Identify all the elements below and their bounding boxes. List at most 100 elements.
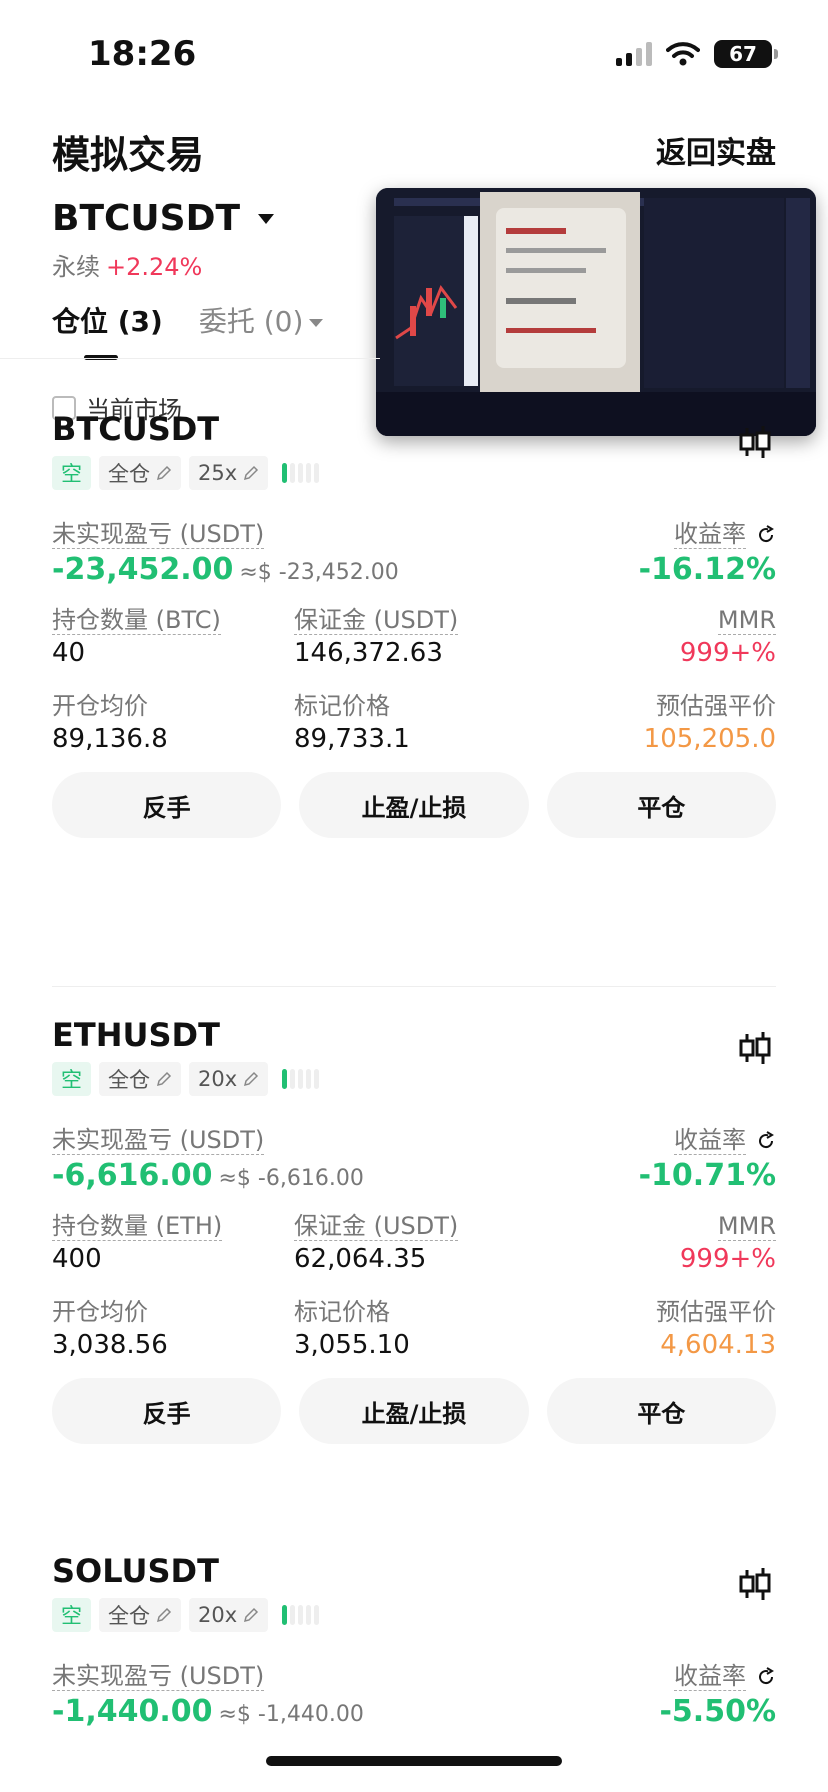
position-symbol[interactable]: SOLUSDT — [52, 1552, 219, 1590]
close-position-button[interactable]: 平仓 — [546, 1378, 776, 1444]
unrealized-pnl-label: 未实现盈亏 (USDT) — [52, 520, 265, 549]
position-card: BTCUSDT 空 全仓 25x 未实现盈亏 (USDT) -23,452.00… — [52, 410, 776, 838]
unrealized-pnl-value: -6,616.00 ≈$ -6,616.00 — [52, 1158, 364, 1193]
edit-icon — [156, 1607, 172, 1623]
position-card: SOLUSDT 空 全仓 20x 未实现盈亏 (USDT) -1,440.00 ≈… — [52, 1552, 776, 1752]
margin-label: 保证金 (USDT) — [294, 1212, 459, 1241]
chart-icon[interactable] — [738, 424, 772, 460]
liq-price-label: 预估强平价 — [656, 692, 776, 720]
page-title: 模拟交易 — [52, 133, 205, 177]
leverage-label: 25x — [198, 461, 238, 485]
market-symbol[interactable]: BTCUSDT — [52, 198, 240, 239]
edit-icon — [156, 1071, 172, 1087]
entry-price: 开仓均价 89,136.8 — [52, 692, 168, 754]
pnl-amount: -23,452.00 — [52, 552, 234, 587]
pnl-usd-approx: ≈$ -6,616.00 — [218, 1166, 364, 1191]
roe-value: -10.71% — [638, 1158, 776, 1193]
close-position-button[interactable]: 平仓 — [546, 772, 776, 838]
position-tags: 空 全仓 20x — [52, 1062, 320, 1096]
tpsl-button[interactable]: 止盈/止损 — [299, 772, 529, 838]
side-badge: 空 — [52, 456, 91, 490]
mark-price: 标记价格 3,055.10 — [294, 1298, 410, 1360]
unrealized-pnl-label: 未实现盈亏 (USDT) — [52, 1126, 265, 1155]
tab-orders[interactable]: 委托 (0) — [199, 300, 324, 354]
edit-icon — [244, 465, 259, 481]
chevron-down-icon — [309, 319, 324, 327]
tab-orders-label: 委托 (0) — [198, 305, 304, 338]
reverse-button[interactable]: 反手 — [52, 772, 282, 838]
liq-price-label: 预估强平价 — [656, 1298, 776, 1326]
edit-icon — [156, 465, 172, 481]
floating-video-player[interactable] — [376, 188, 816, 436]
market-subtitle: 永续 +2.24% — [52, 247, 274, 282]
mmr-value: 999+% — [679, 1244, 776, 1274]
cellular-signal-icon — [616, 42, 652, 66]
refresh-icon[interactable] — [756, 1130, 776, 1151]
leverage-button[interactable]: 20x — [189, 1598, 269, 1632]
margin-mode-button[interactable]: 全仓 — [99, 1598, 181, 1632]
edit-icon — [244, 1607, 259, 1623]
margin-mode-label: 全仓 — [108, 462, 150, 486]
entry-price-label: 开仓均价 — [52, 692, 148, 720]
mark-price-value: 3,055.10 — [294, 1330, 410, 1360]
tab-positions[interactable]: 仓位 (3) — [52, 300, 163, 360]
entry-price: 开仓均价 3,038.56 — [52, 1298, 168, 1360]
leverage-button[interactable]: 20x — [189, 1062, 269, 1096]
liq-price-value: 105,205.0 — [643, 724, 776, 754]
roe-label[interactable]: 收益率 — [674, 520, 776, 549]
home-indicator[interactable] — [266, 1756, 562, 1766]
pnl-amount: -6,616.00 — [52, 1158, 213, 1193]
unrealized-pnl-value: -1,440.00 ≈$ -1,440.00 — [52, 1694, 364, 1729]
position-tags: 空 全仓 25x — [52, 456, 320, 490]
risk-meter — [282, 463, 320, 483]
unrealized-pnl-label: 未实现盈亏 (USDT) — [52, 1662, 265, 1691]
entry-price-label: 开仓均价 — [52, 1298, 148, 1326]
liq-price: 预估强平价 4,604.13 — [656, 1298, 776, 1360]
position-size-label: 持仓数量 (BTC) — [52, 606, 221, 635]
margin-value: 146,372.63 — [294, 638, 443, 668]
roe-label[interactable]: 收益率 — [674, 1662, 776, 1691]
mark-price-label: 标记价格 — [294, 692, 390, 720]
mmr-value: 999+% — [679, 638, 776, 668]
reverse-button[interactable]: 反手 — [52, 1378, 282, 1444]
mark-price-value: 89,733.1 — [294, 724, 410, 754]
margin-value: 62,064.35 — [294, 1244, 427, 1274]
leverage-button[interactable]: 25x — [189, 456, 269, 490]
chart-icon[interactable] — [738, 1030, 772, 1066]
wifi-icon — [666, 42, 700, 66]
roe-label[interactable]: 收益率 — [674, 1126, 776, 1155]
chevron-down-icon[interactable] — [258, 213, 275, 224]
mmr: MMR 999+% — [680, 606, 776, 668]
mark-price-label: 标记价格 — [294, 1298, 390, 1326]
status-time: 18:26 — [88, 34, 197, 74]
tpsl-button[interactable]: 止盈/止损 — [299, 1378, 529, 1444]
battery-icon: 67 — [714, 40, 778, 68]
market-selector[interactable]: BTCUSDT 永续 +2.24% — [52, 198, 275, 282]
divider — [0, 358, 380, 359]
position-tags: 空 全仓 20x — [52, 1598, 320, 1632]
position-symbol[interactable]: ETHUSDT — [52, 1016, 220, 1054]
mmr-label: MMR — [717, 606, 776, 635]
position-symbol[interactable]: BTCUSDT — [52, 410, 219, 448]
unrealized-pnl-value: -23,452.00 ≈$ -23,452.00 — [52, 552, 399, 587]
refresh-icon[interactable] — [756, 1666, 776, 1687]
margin-mode-button[interactable]: 全仓 — [99, 1062, 181, 1096]
margin-mode-label: 全仓 — [108, 1068, 150, 1092]
back-to-live-button[interactable]: 返回实盘 — [656, 128, 776, 172]
roe-label-text: 收益率 — [674, 1126, 746, 1155]
pnl-usd-approx: ≈$ -23,452.00 — [239, 560, 399, 585]
liq-price: 预估强平价 105,205.0 — [644, 692, 776, 754]
margin-mode-button[interactable]: 全仓 — [99, 456, 181, 490]
roe-label-text: 收益率 — [674, 520, 746, 549]
position-actions: 反手 止盈/止损 平仓 — [52, 772, 776, 838]
side-badge: 空 — [52, 1598, 91, 1632]
chart-icon[interactable] — [738, 1566, 772, 1602]
margin-mode-label: 全仓 — [108, 1604, 150, 1628]
position-size: 持仓数量 (BTC) 40 — [52, 606, 221, 668]
status-bar: 18:26 67 — [0, 0, 828, 100]
margin: 保证金 (USDT) 146,372.63 — [294, 606, 459, 668]
page-header: 模拟交易 返回实盘 — [52, 124, 776, 177]
refresh-icon[interactable] — [756, 524, 776, 545]
position-card: ETHUSDT 空 全仓 20x 未实现盈亏 (USDT) -6,616.00 ≈… — [52, 1016, 776, 1444]
divider — [52, 986, 776, 987]
